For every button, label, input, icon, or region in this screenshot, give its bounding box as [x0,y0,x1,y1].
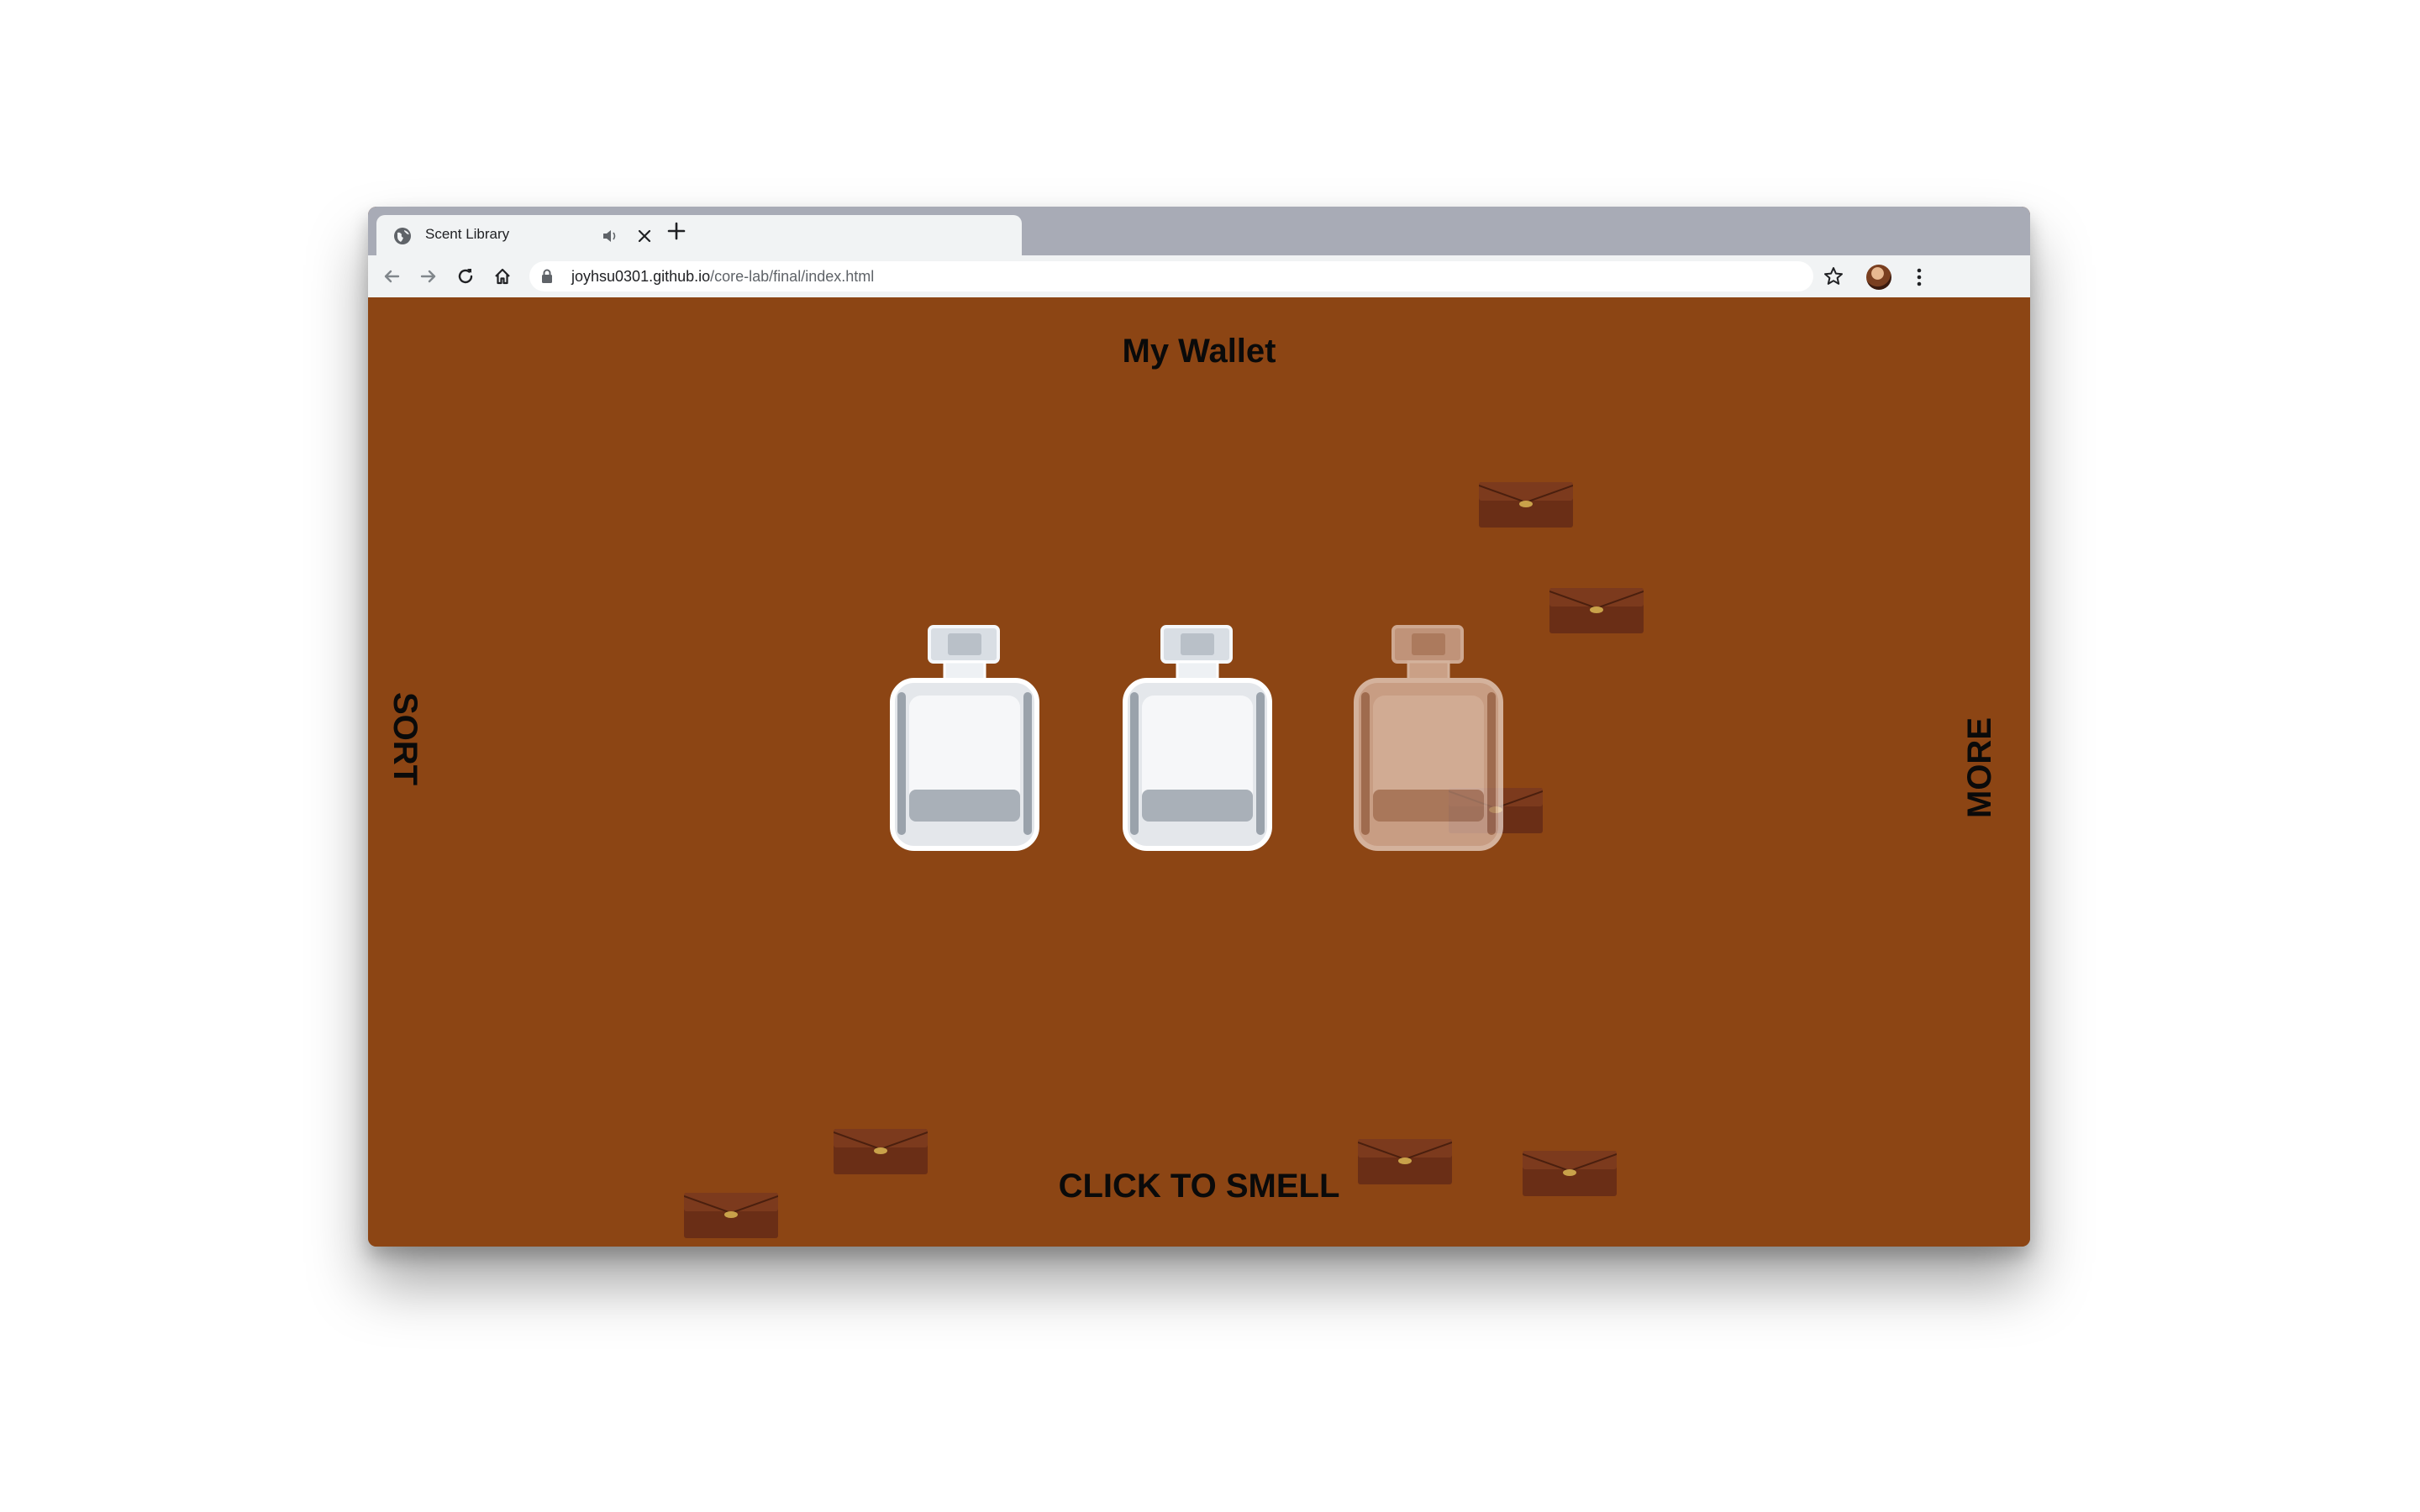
url-path: /core-lab/final/index.html [710,268,875,285]
speaker-icon[interactable] [602,228,618,244]
address-bar[interactable]: joyhsu0301.github.io/core-lab/final/inde… [529,261,1813,291]
forward-arrow-icon[interactable] [417,265,440,288]
page-title: My Wallet [1122,333,1276,370]
profile-avatar[interactable] [1866,265,1891,290]
page-content: My Wallet SORT MORE CLICK TO SMELL [368,297,2030,1247]
browser-window: Scent Library joyhsu0301.github.io/core-… [368,207,2030,1247]
more-vert-icon[interactable] [1908,265,1930,289]
globe-icon [394,228,411,244]
perfume-bottle-3[interactable] [1353,625,1504,852]
tab-title: Scent Library [425,226,510,242]
wallet-image [1549,588,1644,633]
browser-toolbar: joyhsu0301.github.io/core-lab/final/inde… [368,255,2030,298]
sort-button[interactable]: SORT [386,692,424,785]
reload-icon[interactable] [454,265,477,288]
perfume-bottle-1[interactable] [889,625,1040,852]
tab-scent-library[interactable]: Scent Library [376,215,1022,257]
lock-icon[interactable] [541,269,553,284]
home-icon[interactable] [491,265,514,288]
perfume-bottle-2[interactable] [1122,625,1273,852]
wallet-image [1479,482,1573,528]
url-host: joyhsu0301.github.io [571,268,711,285]
star-icon[interactable] [1822,265,1845,288]
click-to-smell-button[interactable]: CLICK TO SMELL [368,1168,2030,1205]
tab-strip: Scent Library [368,207,2030,257]
back-arrow-icon[interactable] [380,265,403,288]
url-text[interactable]: joyhsu0301.github.io/core-lab/final/inde… [571,268,874,286]
close-icon[interactable] [634,226,655,246]
plus-icon[interactable] [664,218,689,244]
more-button[interactable]: MORE [1961,717,1999,818]
